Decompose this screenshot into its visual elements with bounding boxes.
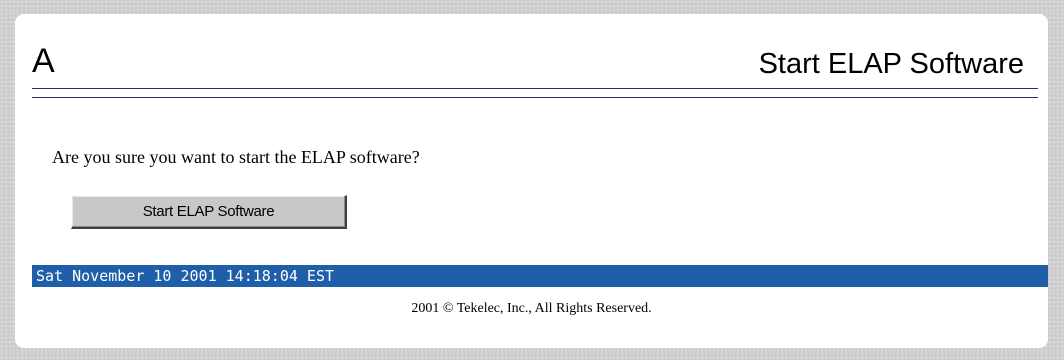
confirmation-prompt: Are you sure you want to start the ELAP … bbox=[52, 147, 420, 167]
page-header: A Start ELAP Software bbox=[15, 14, 1048, 100]
page-title: Start ELAP Software bbox=[758, 48, 1024, 80]
status-timestamp-bar: Sat November 10 2001 14:18:04 EST bbox=[32, 265, 1048, 287]
content-panel: A Start ELAP Software Are you sure you w… bbox=[15, 14, 1048, 348]
copyright-notice: 2001 © Tekelec, Inc., All Rights Reserve… bbox=[411, 301, 652, 316]
start-elap-software-button[interactable]: Start ELAP Software bbox=[71, 195, 347, 229]
header-divider-bottom bbox=[32, 97, 1038, 98]
header-divider-top bbox=[32, 88, 1038, 89]
server-designation: A bbox=[32, 42, 55, 80]
